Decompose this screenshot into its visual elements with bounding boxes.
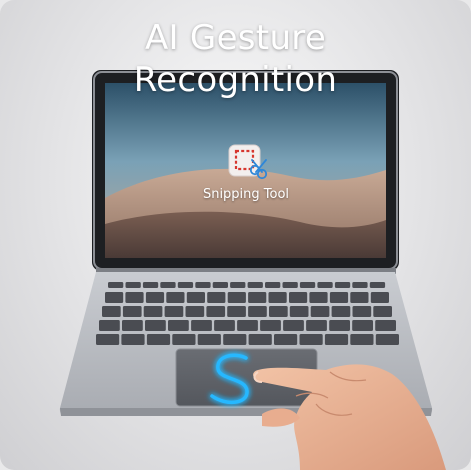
keyboard-key[interactable]	[375, 320, 396, 331]
keyboard-key[interactable]	[331, 306, 351, 317]
keyboard-key[interactable]	[375, 334, 399, 345]
keyboard-key[interactable]	[289, 306, 309, 317]
keyboard-key[interactable]	[168, 320, 189, 331]
keyboard-key[interactable]	[145, 292, 165, 303]
keyboard-key[interactable]	[306, 320, 327, 331]
keyboard-key[interactable]	[274, 334, 298, 345]
keyboard-key[interactable]	[247, 282, 263, 288]
keyboard-key[interactable]	[223, 334, 247, 345]
keyboard-key[interactable]	[350, 292, 369, 303]
keyboard-key[interactable]	[329, 292, 349, 303]
keyboard-key[interactable]	[334, 282, 351, 288]
keyboard-key[interactable]	[299, 282, 316, 288]
keyboard-key[interactable]	[122, 320, 143, 331]
keyboard-key[interactable]	[172, 334, 196, 345]
keyboard-key[interactable]	[105, 292, 124, 303]
keyboard-key[interactable]	[299, 334, 323, 345]
keyboard-key[interactable]	[108, 282, 124, 288]
keyboard-key[interactable]	[191, 320, 212, 331]
keyboard-key[interactable]	[329, 320, 350, 331]
keyboard-key[interactable]	[227, 306, 246, 317]
keyboard-key[interactable]	[352, 320, 373, 331]
keyboard-key[interactable]	[125, 292, 144, 303]
keyboard-key[interactable]	[197, 334, 221, 345]
keyboard-key[interactable]	[350, 334, 374, 345]
keyboard-key[interactable]	[309, 292, 328, 303]
keyboard-key[interactable]	[352, 282, 368, 288]
keyboard-key[interactable]	[145, 320, 166, 331]
keyboard-key[interactable]	[177, 282, 194, 288]
keyboard-key[interactable]	[185, 306, 205, 317]
keyboard-key[interactable]	[369, 282, 386, 288]
keyboard-key[interactable]	[227, 292, 246, 303]
snipping-tool-label[interactable]: Snipping Tool	[190, 187, 302, 202]
keyboard-key[interactable]	[373, 306, 392, 317]
keyboard-key[interactable]	[214, 320, 235, 331]
keyboard-key[interactable]	[283, 320, 304, 331]
keyboard-key[interactable]	[269, 306, 288, 317]
keyboard-key[interactable]	[352, 306, 372, 317]
keyboard-key[interactable]	[186, 292, 205, 303]
keyboard-key[interactable]	[317, 282, 333, 288]
keyboard-key[interactable]	[164, 306, 184, 317]
keyboard-key[interactable]	[102, 306, 121, 317]
keyboard-key[interactable]	[146, 334, 171, 345]
keyboard-key[interactable]	[206, 306, 226, 317]
headline-line-1: AI Gesture	[144, 18, 327, 58]
keyboard-key[interactable]	[248, 292, 267, 303]
keyboard-key[interactable]	[143, 306, 163, 317]
keyboard-key[interactable]	[195, 282, 211, 288]
keyboard-key[interactable]	[282, 282, 298, 288]
keyboard-key[interactable]	[207, 292, 226, 303]
keyboard-key[interactable]	[122, 306, 142, 317]
keyboard-key[interactable]	[324, 334, 349, 345]
keyboard-key[interactable]	[142, 282, 159, 288]
keyboard-key[interactable]	[166, 292, 185, 303]
keyboard-key[interactable]	[212, 282, 228, 288]
keyboard-key[interactable]	[268, 292, 287, 303]
keyboard-key[interactable]	[260, 320, 281, 331]
keyboard-key[interactable]	[248, 306, 267, 317]
keyboard-key[interactable]	[121, 334, 145, 345]
keyboard-key[interactable]	[125, 282, 141, 288]
keyboard-key[interactable]	[248, 334, 272, 345]
keyboard-key[interactable]	[237, 320, 258, 331]
keyboard-key[interactable]	[99, 320, 120, 331]
keyboard-key[interactable]	[310, 306, 330, 317]
keyboard-key[interactable]	[160, 282, 176, 288]
headline-line-2: Recognition	[133, 60, 338, 100]
keyboard-key[interactable]	[289, 292, 308, 303]
keyboard-key[interactable]	[265, 282, 281, 288]
photo-card: AI Gesture Recognition Snipping Tool	[0, 0, 471, 470]
keyboard-key[interactable]	[96, 334, 120, 345]
keyboard-key[interactable]	[370, 292, 389, 303]
keyboard-key[interactable]	[230, 282, 246, 288]
